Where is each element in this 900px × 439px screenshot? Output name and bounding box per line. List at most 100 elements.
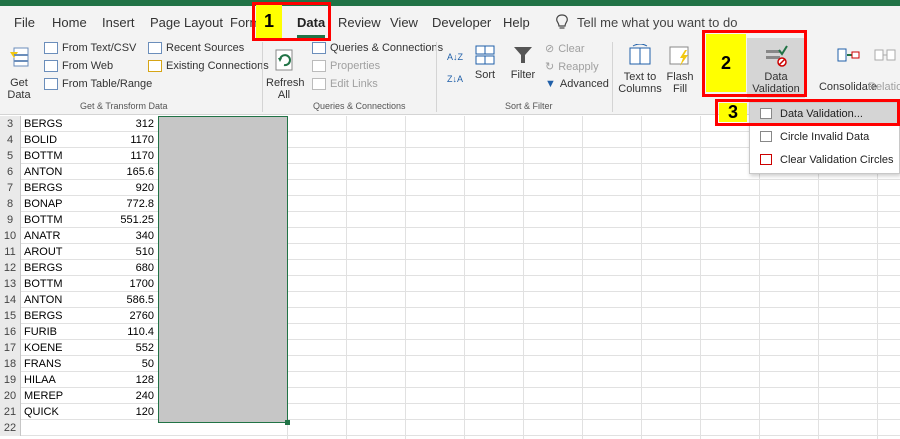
from-table-range-button[interactable]: From Table/Range xyxy=(44,78,152,90)
row-header[interactable]: 14 xyxy=(0,292,21,308)
row-header[interactable]: 10 xyxy=(0,228,21,244)
row-header[interactable]: 3 xyxy=(0,116,21,132)
row-header[interactable]: 13 xyxy=(0,276,21,292)
flash-fill-button[interactable]: Flash Fill xyxy=(666,44,694,95)
tab-file[interactable]: File xyxy=(14,15,35,30)
cell-b[interactable]: 920 xyxy=(104,180,154,196)
row-header[interactable]: 21 xyxy=(0,404,21,420)
cell-a[interactable]: BOTTM xyxy=(24,276,104,292)
cell-a[interactable]: BERGS xyxy=(24,260,104,276)
row-header[interactable]: 5 xyxy=(0,148,21,164)
table-row[interactable]: 13 BOTTM 1700 xyxy=(0,276,900,292)
table-row[interactable]: 22 xyxy=(0,420,900,436)
row-header[interactable]: 19 xyxy=(0,372,21,388)
table-row[interactable]: 19 HILAA 128 xyxy=(0,372,900,388)
cell-b[interactable]: 1700 xyxy=(104,276,154,292)
row-header[interactable]: 20 xyxy=(0,388,21,404)
clear-filter-button[interactable]: ⊘ Clear xyxy=(545,42,585,56)
cell-a[interactable]: FRANS xyxy=(24,356,104,372)
table-row[interactable]: 8 BONAP 772.8 xyxy=(0,196,900,212)
cell-b[interactable]: 110.4 xyxy=(104,324,154,340)
row-header[interactable]: 7 xyxy=(0,180,21,196)
row-header[interactable]: 4 xyxy=(0,132,21,148)
table-row[interactable]: 14 ANTON 586.5 xyxy=(0,292,900,308)
tell-me-search[interactable]: Tell me what you want to do xyxy=(555,14,737,30)
tab-help[interactable]: Help xyxy=(503,15,530,30)
table-row[interactable]: 7 BERGS 920 xyxy=(0,180,900,196)
table-row[interactable]: 10 ANATR 340 xyxy=(0,228,900,244)
cell-a[interactable]: ANATR xyxy=(24,228,104,244)
edit-links-button[interactable]: Edit Links xyxy=(312,78,378,90)
tab-page-layout[interactable]: Page Layout xyxy=(150,15,223,30)
row-header[interactable]: 22 xyxy=(0,420,21,436)
row-header[interactable]: 15 xyxy=(0,308,21,324)
cell-a[interactable]: BOLID xyxy=(24,132,104,148)
table-row[interactable]: 17 KOENE 552 xyxy=(0,340,900,356)
refresh-all-button[interactable]: Refresh All xyxy=(266,46,305,101)
get-data-button[interactable]: Get Data xyxy=(6,46,32,101)
cell-b[interactable]: 772.8 xyxy=(104,196,154,212)
tab-view[interactable]: View xyxy=(390,15,418,30)
tab-insert[interactable]: Insert xyxy=(102,15,135,30)
table-row[interactable]: 12 BERGS 680 xyxy=(0,260,900,276)
tab-developer[interactable]: Developer xyxy=(432,15,491,30)
cell-a[interactable]: AROUT xyxy=(24,244,104,260)
cell-a[interactable]: BERGS xyxy=(24,180,104,196)
cell-b[interactable]: 2760 xyxy=(104,308,154,324)
table-row[interactable]: 11 AROUT 510 xyxy=(0,244,900,260)
row-header[interactable]: 16 xyxy=(0,324,21,340)
cell-a[interactable]: QUICK xyxy=(24,404,104,420)
properties-button[interactable]: Properties xyxy=(312,60,380,72)
cell-a[interactable]: HILAA xyxy=(24,372,104,388)
cell-a[interactable]: BOTTM xyxy=(24,148,104,164)
row-header[interactable]: 18 xyxy=(0,356,21,372)
table-row[interactable]: 16 FURIB 110.4 xyxy=(0,324,900,340)
advanced-filter-button[interactable]: ▼ Advanced xyxy=(545,78,609,90)
fill-handle[interactable] xyxy=(285,420,290,425)
filter-button[interactable]: Filter xyxy=(508,44,538,81)
cell-a[interactable]: MEREP xyxy=(24,388,104,404)
from-text-csv-button[interactable]: From Text/CSV xyxy=(44,42,136,54)
cell-a[interactable]: ANTON xyxy=(24,164,104,180)
cell-b[interactable]: 510 xyxy=(104,244,154,260)
sort-ascending-button[interactable]: A↓Z xyxy=(447,52,463,62)
row-header[interactable]: 8 xyxy=(0,196,21,212)
from-web-button[interactable]: From Web xyxy=(44,60,113,72)
table-row[interactable]: 21 QUICK 120 xyxy=(0,404,900,420)
cell-b[interactable]: 50 xyxy=(104,356,154,372)
row-header[interactable]: 6 xyxy=(0,164,21,180)
row-header[interactable]: 11 xyxy=(0,244,21,260)
cell-a[interactable]: FURIB xyxy=(24,324,104,340)
cell-b[interactable]: 120 xyxy=(104,404,154,420)
cell-b[interactable]: 165.6 xyxy=(104,164,154,180)
existing-connections-button[interactable]: Existing Connections xyxy=(148,60,269,72)
cell-a[interactable]: BONAP xyxy=(24,196,104,212)
sort-button[interactable]: Sort xyxy=(470,44,500,81)
tab-review[interactable]: Review xyxy=(338,15,381,30)
row-header[interactable]: 17 xyxy=(0,340,21,356)
recent-sources-button[interactable]: Recent Sources xyxy=(148,42,244,54)
queries-connections-button[interactable]: Queries & Connections xyxy=(312,42,443,54)
cell-a[interactable]: BERGS xyxy=(24,116,104,132)
row-header[interactable]: 12 xyxy=(0,260,21,276)
table-row[interactable]: 9 BOTTM 551.25 xyxy=(0,212,900,228)
menu-item-clear-circles[interactable]: Clear Validation Circles xyxy=(750,149,900,171)
cell-b[interactable]: 240 xyxy=(104,388,154,404)
cell-b[interactable]: 552 xyxy=(104,340,154,356)
cell-b[interactable]: 1170 xyxy=(104,132,154,148)
selected-range[interactable] xyxy=(158,116,288,423)
cell-b[interactable]: 312 xyxy=(104,116,154,132)
cell-b[interactable]: 551.25 xyxy=(104,212,154,228)
cell-b[interactable]: 586.5 xyxy=(104,292,154,308)
cell-a[interactable]: ANTON xyxy=(24,292,104,308)
table-row[interactable]: 20 MEREP 240 xyxy=(0,388,900,404)
cell-b[interactable]: 680 xyxy=(104,260,154,276)
cell-a[interactable]: BERGS xyxy=(24,308,104,324)
table-row[interactable]: 18 FRANS 50 xyxy=(0,356,900,372)
cell-b[interactable]: 340 xyxy=(104,228,154,244)
cell-b[interactable]: 1170 xyxy=(104,148,154,164)
cell-b[interactable]: 128 xyxy=(104,372,154,388)
cell-a[interactable]: BOTTM xyxy=(24,212,104,228)
relationships-button[interactable]: Relation xyxy=(868,44,900,93)
menu-item-circle-invalid[interactable]: Circle Invalid Data xyxy=(750,126,900,148)
